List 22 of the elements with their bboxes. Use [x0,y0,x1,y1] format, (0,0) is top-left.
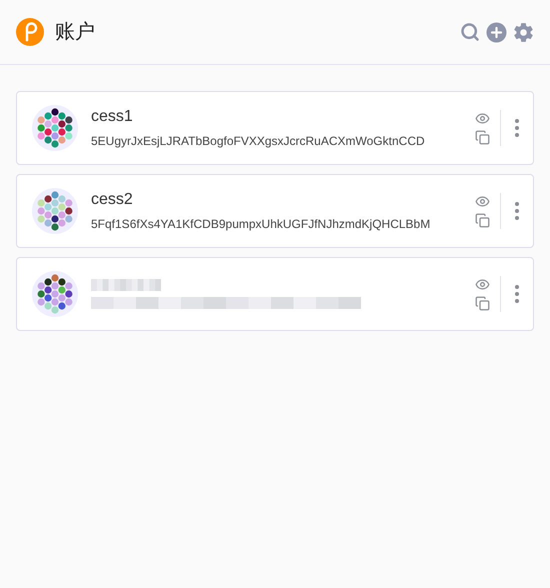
identicon [32,105,78,151]
redaction-mask [91,279,161,291]
account-name: cess2 [91,190,134,210]
more-button[interactable] [515,202,519,220]
settings-button[interactable] [513,22,534,42]
identicon [32,271,78,317]
identicon [32,188,78,234]
copy-button[interactable] [475,130,490,145]
logo-icon [16,18,44,46]
more-button[interactable] [515,119,519,137]
add-button[interactable] [486,22,507,42]
more-button[interactable] [515,285,519,303]
copy-button[interactable] [475,213,490,228]
show-button[interactable] [475,277,490,292]
show-button[interactable] [475,111,490,126]
account-address: 5Fqf1S6fXs4YA1KfCDB9pumpxUhkUGFJfNJhzmdKjQHCLBbM [91,216,432,232]
search-button[interactable] [460,22,480,42]
copy-button[interactable] [475,296,490,311]
show-button[interactable] [475,194,490,209]
account-name: cess1 [91,107,134,127]
page-title: 账户 [55,20,95,45]
account-address: 5EUgyrJxEsjLJRATbBogfoFVXXgsxJcrcRuACXmWoGktnCCD [91,133,426,149]
